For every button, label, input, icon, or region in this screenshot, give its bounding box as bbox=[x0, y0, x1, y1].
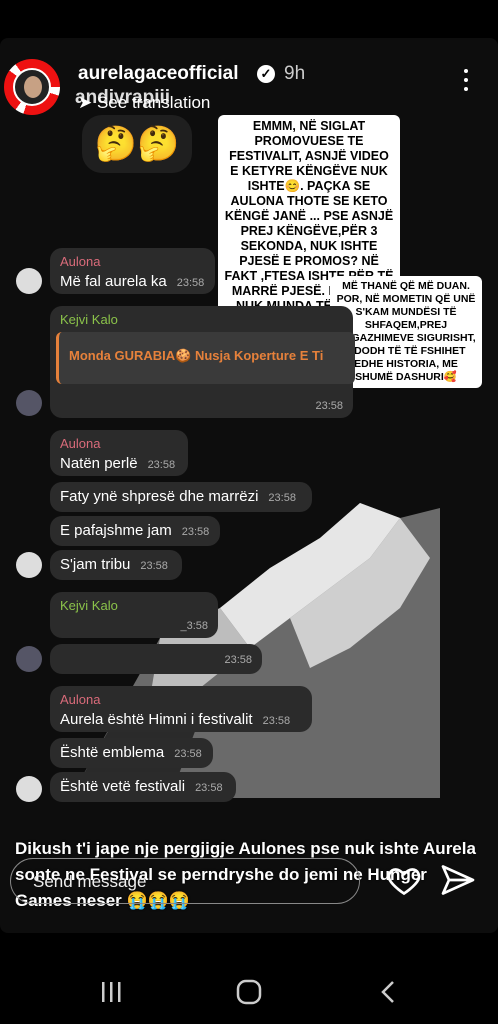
chat-message: E pafajshme jam 23:58 bbox=[50, 516, 220, 546]
message-time: 23:58 bbox=[174, 748, 202, 760]
message-time: 23:58 bbox=[176, 277, 205, 289]
message-text: Më fal aurela ka bbox=[60, 273, 167, 290]
back-icon[interactable] bbox=[374, 978, 404, 1006]
quoted-text: Monda GURABIA🍪 Nusja Koperture E Ti bbox=[69, 348, 324, 363]
chat-avatar bbox=[16, 646, 42, 672]
chat-message: Aulona Më fal aurela ka 23:58 bbox=[50, 248, 215, 294]
chat-message: Aulona Aurela është Himni i festivalit 23… bbox=[50, 686, 312, 732]
message-text: Natën perlë bbox=[60, 455, 138, 472]
message-text: Faty ynë shpresë dhe marrëzi bbox=[60, 488, 259, 505]
message-time: 23:58 bbox=[181, 526, 210, 538]
message-time: 23:58 bbox=[224, 654, 252, 666]
username[interactable]: aurelagaceofficial bbox=[78, 63, 239, 85]
recent-apps-icon[interactable] bbox=[96, 978, 126, 1006]
message-time: 23:58 bbox=[147, 459, 176, 471]
chat-avatar bbox=[16, 776, 42, 802]
message-sender: Aulona bbox=[60, 254, 101, 269]
heart-icon[interactable] bbox=[386, 862, 422, 898]
verified-badge-icon: ✓ bbox=[257, 65, 275, 83]
message-text: S'jam tribu bbox=[60, 556, 131, 573]
message-time: 23:58 bbox=[262, 715, 291, 727]
send-message-box[interactable] bbox=[10, 858, 360, 904]
chat-message: Është emblema 23:58 bbox=[50, 738, 213, 768]
chat-avatar bbox=[16, 552, 42, 578]
avatar[interactable] bbox=[4, 59, 60, 115]
send-icon[interactable] bbox=[440, 862, 476, 898]
message-time: 23:58 bbox=[140, 560, 168, 572]
chat-avatar bbox=[16, 268, 42, 294]
post-time: 9h bbox=[284, 63, 306, 84]
message-time: _3:58 bbox=[180, 620, 208, 632]
see-translation-link[interactable]: ➤ See translation bbox=[78, 93, 210, 113]
message-text: E pafajshme jam bbox=[60, 522, 172, 539]
story-header: aurelagaceofficial ✓ 9h andivrapiii ➤ Se… bbox=[0, 55, 498, 115]
chat-message: Kejvi Kalo _3:58 bbox=[50, 592, 218, 638]
message-time: 23:58 bbox=[315, 400, 343, 412]
chat-message: Aulona Natën perlë 23:58 bbox=[50, 430, 188, 476]
message-sender: Kejvi Kalo bbox=[60, 312, 118, 327]
home-icon[interactable] bbox=[234, 978, 264, 1006]
see-translation-label: See translation bbox=[96, 93, 211, 112]
message-text: Është vetë festivali bbox=[60, 778, 186, 795]
message-time: 23:58 bbox=[268, 492, 296, 504]
chat-message: Është vetë festivali 23:58 bbox=[50, 772, 236, 802]
more-options-icon[interactable] bbox=[464, 69, 470, 96]
story-viewer: aurelagaceofficial ✓ 9h andivrapiii ➤ Se… bbox=[0, 0, 498, 1024]
message-text: Është emblema bbox=[60, 744, 165, 761]
message-sender: Aulona bbox=[60, 436, 101, 451]
chat-message: S'jam tribu 23:58 bbox=[50, 550, 182, 580]
chat-message: Faty ynë shpresë dhe marrëzi 23:58 bbox=[50, 482, 312, 512]
message-sender: Aulona bbox=[60, 692, 101, 707]
chat-avatar bbox=[16, 390, 42, 416]
system-navigation-bar bbox=[0, 960, 498, 1024]
message-text: Aurela është Himni i festivalit bbox=[60, 711, 253, 728]
message-time: 23:58 bbox=[195, 782, 223, 794]
emoji-reply-bubble: 🤔🤔 bbox=[82, 115, 192, 173]
chat-message: 23:58 bbox=[50, 644, 262, 674]
quoted-message: Monda GURABIA🍪 Nusja Koperture E Ti bbox=[56, 332, 355, 384]
message-input[interactable] bbox=[31, 871, 335, 893]
message-sender: Kejvi Kalo bbox=[60, 598, 118, 613]
